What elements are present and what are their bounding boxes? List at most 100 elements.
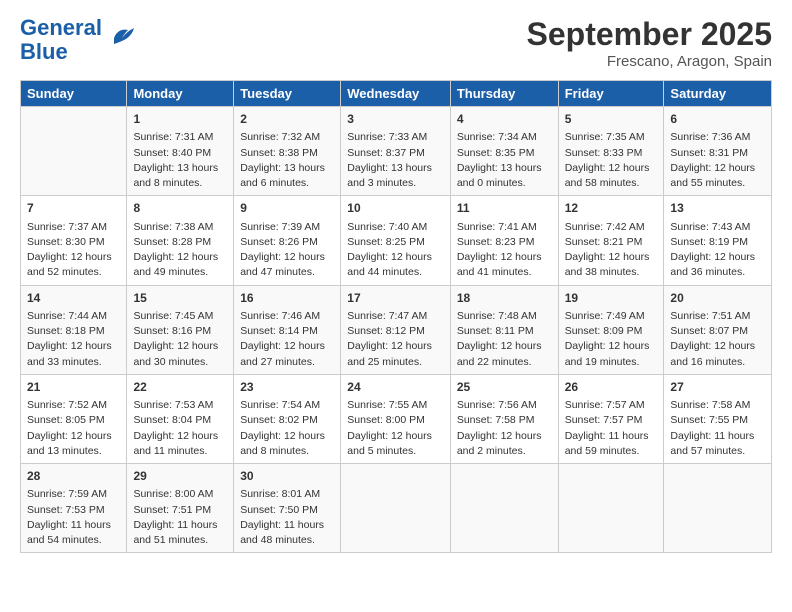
sunset-text: Sunset: 8:02 PM [240, 414, 318, 426]
sunrise-text: Sunrise: 7:36 AM [670, 131, 750, 143]
daylight-text: Daylight: 12 hours and 55 minutes. [670, 162, 755, 189]
table-row: 15Sunrise: 7:45 AMSunset: 8:16 PMDayligh… [127, 285, 234, 374]
daylight-text: Daylight: 12 hours and 8 minutes. [240, 430, 325, 457]
day-number: 20 [670, 290, 765, 307]
sunrise-text: Sunrise: 7:55 AM [347, 399, 427, 411]
day-number: 13 [670, 200, 765, 217]
day-number: 3 [347, 111, 444, 128]
day-number: 5 [565, 111, 658, 128]
header-monday: Monday [127, 81, 234, 107]
table-row: 14Sunrise: 7:44 AMSunset: 8:18 PMDayligh… [21, 285, 127, 374]
sunset-text: Sunset: 7:58 PM [457, 414, 535, 426]
sunset-text: Sunset: 8:40 PM [133, 147, 211, 159]
sunset-text: Sunset: 8:16 PM [133, 325, 211, 337]
sunrise-text: Sunrise: 7:38 AM [133, 221, 213, 233]
day-number: 27 [670, 379, 765, 396]
sunset-text: Sunset: 7:57 PM [565, 414, 643, 426]
table-row: 5Sunrise: 7:35 AMSunset: 8:33 PMDaylight… [558, 107, 664, 196]
day-number: 7 [27, 200, 120, 217]
day-number: 12 [565, 200, 658, 217]
calendar-table: Sunday Monday Tuesday Wednesday Thursday… [20, 80, 772, 553]
table-row: 12 Sunrise: 7:42 AM Sunset: 8:21 PM Dayligh… [558, 196, 664, 285]
sunset-text: Sunset: 8:28 PM [133, 236, 211, 248]
calendar-week-row: 21Sunrise: 7:52 AMSunset: 8:05 PMDayligh… [21, 374, 772, 463]
sunset-text: Sunset: 8:21 PM [565, 236, 643, 248]
table-row: 28Sunrise: 7:59 AMSunset: 7:53 PMDayligh… [21, 464, 127, 553]
table-row: 16Sunrise: 7:46 AMSunset: 8:14 PMDayligh… [234, 285, 341, 374]
sunset-text: Sunset: 8:37 PM [347, 147, 425, 159]
table-row: 2Sunrise: 7:32 AMSunset: 8:38 PMDaylight… [234, 107, 341, 196]
day-number: 10 [347, 200, 444, 217]
sunrise-text: Sunrise: 7:41 AM [457, 221, 537, 233]
daylight-text: Daylight: 12 hours and 36 minutes. [670, 251, 755, 278]
sunrise-text: Sunrise: 7:35 AM [565, 131, 645, 143]
sunset-text: Sunset: 7:55 PM [670, 414, 748, 426]
sunset-text: Sunset: 8:09 PM [565, 325, 643, 337]
sunrise-text: Sunrise: 7:54 AM [240, 399, 320, 411]
table-row: 19Sunrise: 7:49 AMSunset: 8:09 PMDayligh… [558, 285, 664, 374]
day-number: 30 [240, 468, 334, 485]
day-number: 25 [457, 379, 552, 396]
day-number: 6 [670, 111, 765, 128]
table-row: 29Sunrise: 8:00 AMSunset: 7:51 PMDayligh… [127, 464, 234, 553]
logo: GeneralBlue [20, 16, 138, 64]
sunrise-text: Sunrise: 7:43 AM [670, 221, 750, 233]
header-tuesday: Tuesday [234, 81, 341, 107]
day-number: 1 [133, 111, 227, 128]
day-number: 21 [27, 379, 120, 396]
sunset-text: Sunset: 8:07 PM [670, 325, 748, 337]
daylight-text: Daylight: 12 hours and 25 minutes. [347, 340, 432, 367]
sunrise-text: Sunrise: 8:00 AM [133, 488, 213, 500]
header-friday: Friday [558, 81, 664, 107]
sunrise-text: Sunrise: 7:57 AM [565, 399, 645, 411]
day-number: 14 [27, 290, 120, 307]
sunset-text: Sunset: 7:53 PM [27, 504, 105, 516]
table-row: 13Sunrise: 7:43 AMSunset: 8:19 PMDayligh… [664, 196, 772, 285]
day-number: 15 [133, 290, 227, 307]
daylight-text: Daylight: 11 hours and 51 minutes. [133, 519, 217, 546]
sunrise-text: Sunrise: 7:46 AM [240, 310, 320, 322]
calendar-week-row: 7Sunrise: 7:37 AMSunset: 8:30 PMDaylight… [21, 196, 772, 285]
sunset-text: Sunset: 8:14 PM [240, 325, 318, 337]
table-row: 3Sunrise: 7:33 AMSunset: 8:37 PMDaylight… [341, 107, 451, 196]
sunrise-text: Sunrise: 7:56 AM [457, 399, 537, 411]
sunset-text: Sunset: 8:11 PM [457, 325, 534, 337]
sunrise-text: Sunrise: 8:01 AM [240, 488, 320, 500]
daylight-text: Daylight: 12 hours and 2 minutes. [457, 430, 542, 457]
sunset-text: Sunset: 8:04 PM [133, 414, 211, 426]
title-block: September 2025 Frescano, Aragon, Spain [527, 16, 772, 70]
logo-text: GeneralBlue [20, 16, 102, 64]
daylight-text: Daylight: 12 hours and 22 minutes. [457, 340, 542, 367]
table-row: 25 Sunrise: 7:56 AM Sunset: 7:58 PM Dayligh… [450, 374, 558, 463]
sunrise-text: Sunrise: 7:39 AM [240, 221, 320, 233]
table-row: 17Sunrise: 7:47 AMSunset: 8:12 PMDayligh… [341, 285, 451, 374]
daylight-text: Daylight: 12 hours and 13 minutes. [27, 430, 112, 457]
table-row: 6Sunrise: 7:36 AMSunset: 8:31 PMDaylight… [664, 107, 772, 196]
daylight-text: Daylight: 12 hours and 30 minutes. [133, 340, 218, 367]
table-row [21, 107, 127, 196]
daylight-text: Daylight: 12 hours and 41 minutes. [457, 251, 542, 278]
table-row [664, 464, 772, 553]
header: GeneralBlue September 2025 Frescano, Ara… [20, 16, 772, 70]
day-number: 26 [565, 379, 658, 396]
day-number: 28 [27, 468, 120, 485]
daylight-text: Daylight: 12 hours and 38 minutes. [565, 251, 650, 278]
sunset-text: Sunset: 8:12 PM [347, 325, 425, 337]
day-number: 9 [240, 200, 334, 217]
day-number: 8 [133, 200, 227, 217]
daylight-text: Daylight: 12 hours and 5 minutes. [347, 430, 432, 457]
table-row [341, 464, 451, 553]
sunrise-text: Sunrise: 7:40 AM [347, 221, 427, 233]
sunrise-text: Sunrise: 7:42 AM [565, 221, 645, 233]
day-number: 19 [565, 290, 658, 307]
sunrise-text: Sunrise: 7:52 AM [27, 399, 107, 411]
sunrise-text: Sunrise: 7:53 AM [133, 399, 213, 411]
sunset-text: Sunset: 8:35 PM [457, 147, 535, 159]
sunset-text: Sunset: 8:26 PM [240, 236, 318, 248]
sunrise-text: Sunrise: 7:47 AM [347, 310, 427, 322]
daylight-text: Daylight: 13 hours and 6 minutes. [240, 162, 325, 189]
sunset-text: Sunset: 8:38 PM [240, 147, 318, 159]
table-row: 7Sunrise: 7:37 AMSunset: 8:30 PMDaylight… [21, 196, 127, 285]
month-title: September 2025 [527, 16, 772, 53]
daylight-text: Daylight: 12 hours and 27 minutes. [240, 340, 325, 367]
